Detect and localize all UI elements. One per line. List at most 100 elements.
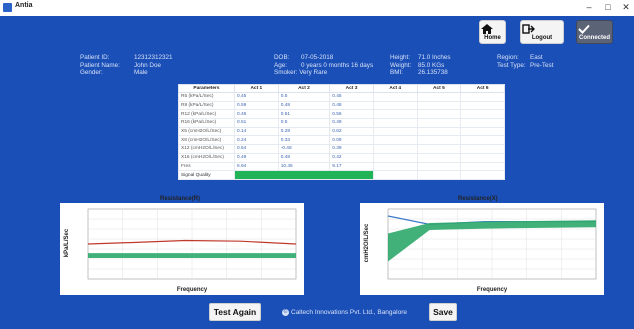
smoker: Very Rare <box>299 69 328 77</box>
param-value <box>372 118 418 128</box>
param-value <box>460 170 505 180</box>
left-xlabel: Frequency <box>177 287 208 293</box>
gender: Male <box>134 69 148 77</box>
signal-quality-row: Signal Quality <box>178 170 505 180</box>
table-header-row: Parameters Act 1 Act 2 Act 3 Act 4 Act 5… <box>178 84 505 93</box>
param-value: 0.5 <box>277 92 331 102</box>
window-titlebar: Antia – □ ✕ <box>0 0 634 16</box>
param-value <box>372 152 418 163</box>
table-row: R5 (kPa/L/Sec) 0.45 0.5 0.45 <box>178 92 505 102</box>
gender-label: Gender: <box>80 69 103 77</box>
weight-label: Weight: <box>390 61 412 69</box>
smoker-label: Smoker: <box>274 69 298 77</box>
param-name: R8 (kPa/L/Sec) <box>178 100 235 111</box>
header-act-4: Act 4 <box>372 84 418 93</box>
connected-button[interactable]: Connected <box>576 20 613 44</box>
param-name: X8 (cmH2O/L/Sec) <box>178 135 235 146</box>
window-title: Antia <box>15 2 33 9</box>
home-icon <box>481 24 493 34</box>
param-value <box>416 118 462 128</box>
dob-label: DOB: <box>274 54 290 61</box>
patient-name: John Doe <box>134 61 161 69</box>
param-value: 0.39 <box>329 144 374 154</box>
table-row: R12 (kPa/L/Sec) 0.46 0.61 0.56 <box>178 109 505 120</box>
param-value <box>416 161 462 172</box>
table-row: X16 (cmH2O/L/Sec) 0.49 0.48 0.42 <box>178 152 505 163</box>
bmi: 26.135738 <box>418 69 448 77</box>
param-value <box>460 135 505 146</box>
param-value <box>372 161 418 172</box>
table-row: X5 (cmH2O/L/Sec) 0.14 0.28 0.62 <box>178 126 505 137</box>
age-label: Age: <box>274 61 287 69</box>
param-value: 0.49 <box>234 152 279 163</box>
save-button[interactable]: Save <box>429 303 457 321</box>
parameters-table: Parameters Act 1 Act 2 Act 3 Act 4 Act 5… <box>178 84 505 180</box>
param-value <box>372 144 418 154</box>
connected-label: Connected <box>578 35 610 41</box>
header-act-3: Act 3 <box>329 84 374 93</box>
param-name: X5 (cmH2O/L/Sec) <box>178 126 235 137</box>
maximize-button[interactable]: □ <box>601 1 615 14</box>
right-chart-title: Resistance(X) <box>458 196 498 202</box>
region-label: Region: <box>497 54 519 61</box>
param-value: 0.61 <box>277 109 331 120</box>
param-value <box>416 152 462 163</box>
param-value <box>460 118 505 128</box>
param-value <box>460 109 505 120</box>
logout-label: Logout <box>531 35 553 41</box>
resistance-x-svg: cmH2O/L/Sec Frequency <box>364 208 597 293</box>
resistance-r-chart: kPa/L/Sec Frequency <box>60 203 304 295</box>
table-row: R16 (kPa/L/Sec) 0.51 0.5 0.49 <box>178 118 505 128</box>
param-value: 0.62 <box>329 126 374 137</box>
param-value: 0.48 <box>277 100 331 111</box>
param-value: 0.5 <box>277 118 331 128</box>
param-value <box>416 135 462 146</box>
checkmark-icon <box>578 24 590 34</box>
param-value: 10.46 <box>277 161 331 172</box>
normal-range-band <box>88 253 296 258</box>
height: 71.0 Inches <box>418 54 451 61</box>
param-value <box>416 100 462 111</box>
param-value <box>460 144 505 154</box>
param-value <box>416 144 462 154</box>
patient-id: 12312312321 <box>134 54 173 61</box>
region: East <box>530 54 543 61</box>
param-value <box>460 92 505 102</box>
param-value <box>372 109 418 120</box>
table-row: Fres 6.94 10.46 9.17 <box>178 161 505 172</box>
param-value: 0.09 <box>329 135 374 146</box>
param-value <box>460 152 505 163</box>
minimize-button[interactable]: – <box>582 1 596 14</box>
close-button[interactable]: ✕ <box>619 1 633 14</box>
param-value: 0.45 <box>329 92 374 102</box>
bmi-label: BMI: <box>390 69 403 77</box>
param-value <box>416 109 462 120</box>
header-act-6: Act 6 <box>460 84 505 93</box>
param-value: 0.51 <box>234 118 279 128</box>
param-value <box>372 100 418 111</box>
param-value: 0.48 <box>277 152 331 163</box>
logout-button[interactable]: Logout <box>520 20 564 44</box>
param-name: Fres <box>178 161 235 172</box>
param-value: 0.14 <box>234 126 279 137</box>
patient-info-region: Region: East Test Type: Pre-Test <box>497 54 553 69</box>
patient-name-label: Patient Name: <box>80 61 120 69</box>
patient-info-middle: DOB: 07-05-2018 Age: 0 years 0 months 16 d… <box>274 54 373 77</box>
param-value: 0.48 <box>329 100 374 111</box>
param-value <box>416 126 462 137</box>
test-type-label: Test Type: <box>497 61 526 69</box>
param-value <box>460 161 505 172</box>
right-xlabel: Frequency <box>477 287 508 293</box>
param-name: R5 (kPa/L/Sec) <box>178 92 235 102</box>
param-value <box>416 170 462 180</box>
home-button[interactable]: Home <box>479 20 506 44</box>
test-again-button[interactable]: Test Again <box>209 303 261 321</box>
param-value: 0.28 <box>277 126 331 137</box>
param-value: 6.94 <box>234 161 279 172</box>
param-value: 0.24 <box>234 135 279 146</box>
header-act-2: Act 2 <box>277 84 331 93</box>
weight: 85.0 KGs <box>418 61 445 69</box>
dob: 07-05-2018 <box>301 54 334 61</box>
param-value <box>372 92 418 102</box>
param-value: 0.33 <box>277 135 331 146</box>
